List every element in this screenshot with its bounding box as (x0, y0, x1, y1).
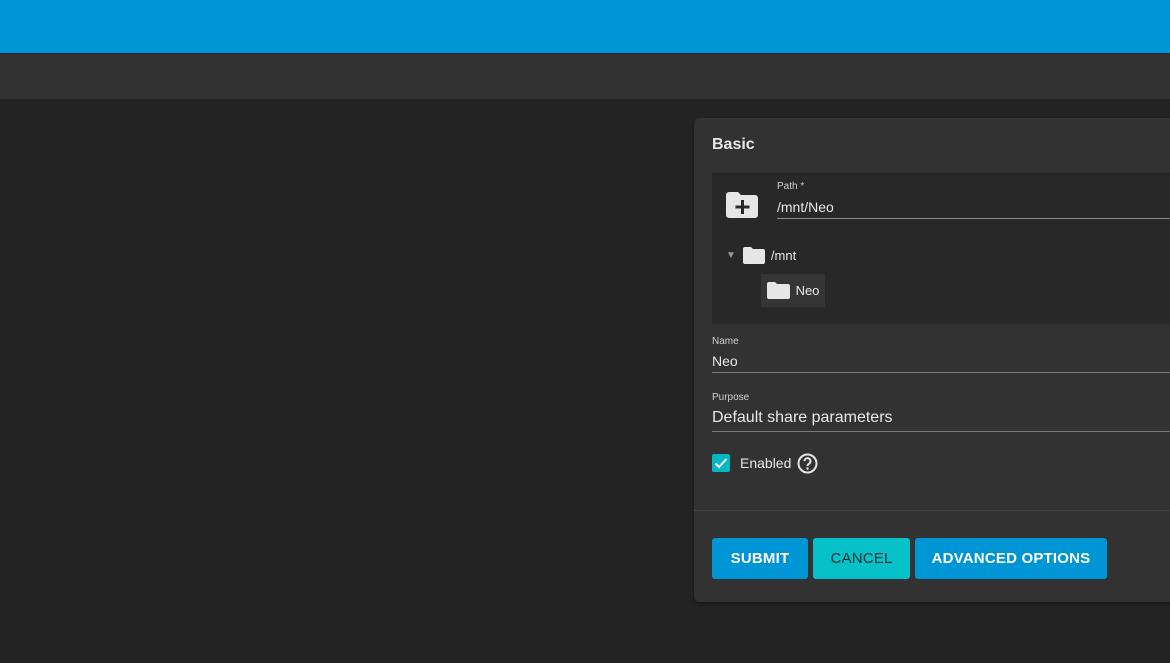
purpose-label: Purpose (712, 392, 750, 403)
tree-node-neo[interactable]: Neo (761, 274, 825, 307)
cancel-button[interactable]: CANCEL (813, 538, 910, 579)
tree-node-mnt[interactable]: ▼ /mnt (726, 246, 796, 264)
path-explorer: Path * ▼ /mnt Neo (712, 173, 1170, 324)
folder-icon (766, 282, 790, 299)
enabled-checkbox[interactable] (712, 454, 730, 472)
folder-icon (742, 246, 765, 264)
enabled-label: Enabled (740, 455, 792, 471)
name-label: Name (712, 336, 739, 347)
check-icon (714, 458, 728, 469)
top-toolbar (0, 0, 1170, 53)
enabled-row: Enabled (712, 452, 818, 474)
name-input[interactable] (712, 350, 1170, 373)
tree-node-label: /mnt (770, 247, 797, 263)
help-circle-icon[interactable] (797, 453, 818, 474)
caret-down-icon[interactable]: ▼ (726, 250, 736, 261)
tree-node-label: Neo (795, 283, 820, 298)
path-input[interactable] (777, 196, 1170, 219)
folder-plus-icon[interactable] (725, 190, 759, 220)
purpose-select[interactable]: Default share parameters (712, 407, 1170, 432)
submit-button[interactable]: SUBMIT (712, 538, 808, 579)
path-label: Path * (777, 181, 805, 192)
section-title: Basic (712, 136, 755, 153)
actions-divider (694, 510, 1170, 511)
advanced-options-button[interactable]: ADVANCED OPTIONS (915, 538, 1107, 579)
page-header-bar (0, 53, 1170, 100)
share-form-card: Basic Path * ▼ /mnt Neo Name Purpose (694, 118, 1170, 602)
